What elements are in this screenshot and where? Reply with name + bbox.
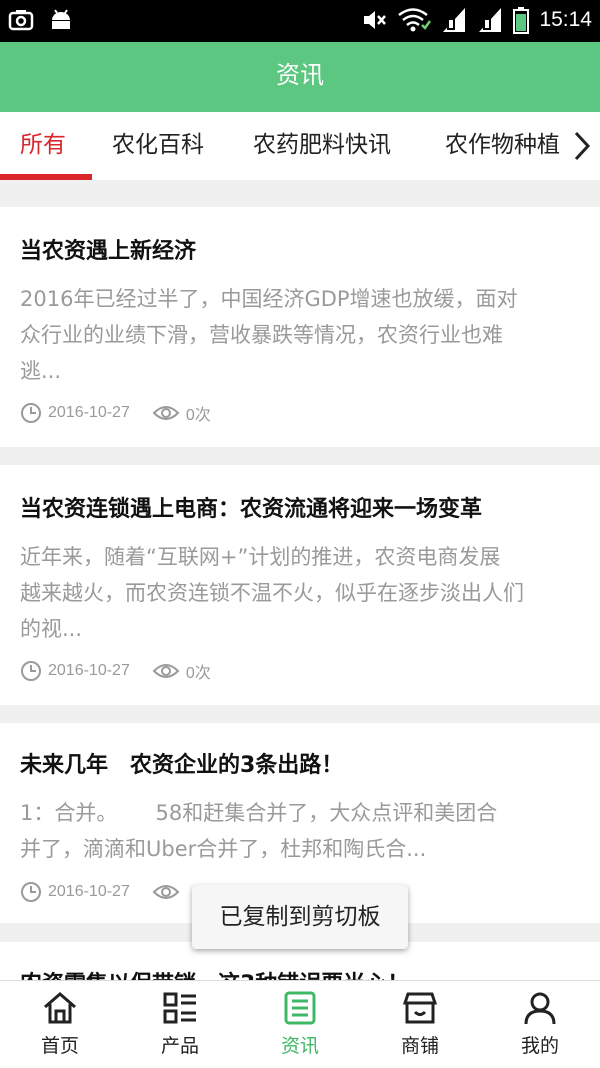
tab-all[interactable]: 所有 <box>20 112 66 180</box>
article-summary: 近年来，随着“互联网+”计划的推进，农资电商发展 越来越火，而农资连锁不温不火，… <box>20 545 524 641</box>
article-date: 2016-10-27 <box>48 662 130 679</box>
article-summary: 1：合并。 58和赶集合并了，大众点评和美团合 并了，滴滴和Uber合并了，杜邦… <box>20 801 498 861</box>
android-icon <box>52 9 70 29</box>
article-date: 2016-10-27 <box>48 404 130 421</box>
copied-toast: 已复制到剪切板 <box>192 885 408 949</box>
clock-icon <box>21 882 41 902</box>
clock-icon <box>21 661 41 681</box>
grid-list-icon <box>163 992 196 1024</box>
status-bar: 15:14 <box>0 0 600 42</box>
article-summary: 2016年已经过半了，中国经济GDP增速也放缓，面对 众行业的业绩下滑，营收暴跌… <box>20 287 518 383</box>
category-tabs: 所有 农化百科 农药肥料快讯 农作物种植 <box>0 112 600 180</box>
active-tab-indicator <box>0 174 92 180</box>
article-date: 2016-10-27 <box>48 883 130 900</box>
news-icon <box>284 991 316 1025</box>
sim-signal-icon-2 <box>479 8 502 32</box>
nav-home[interactable]: 首页 <box>0 981 120 1068</box>
mute-icon <box>364 11 387 29</box>
article-item[interactable]: 当农资遇上新经济 2016年已经过半了，中国经济GDP增速也放缓，面对 众行业的… <box>0 207 600 447</box>
article-item[interactable]: 当农资连锁遇上电商：农资流通将迎来一场变革 近年来，随着“互联网+”计划的推进，… <box>0 465 600 705</box>
nav-news[interactable]: 资讯 <box>240 981 360 1068</box>
screenshot-icon <box>8 10 34 31</box>
eye-icon <box>152 885 180 899</box>
eye-icon <box>152 406 180 420</box>
bottom-nav: 首页 产品 资讯 商铺 我的 <box>0 980 600 1068</box>
tab-agrochemical-encyclopedia[interactable]: 农化百科 <box>112 112 204 180</box>
battery-icon <box>513 7 530 34</box>
eye-icon <box>152 664 180 678</box>
article-meta: 2016-10-27 0次 <box>20 659 211 683</box>
article-views: 0次 <box>185 407 211 424</box>
nav-profile[interactable]: 我的 <box>480 981 600 1068</box>
shop-icon <box>402 992 438 1024</box>
article-views: 0次 <box>185 665 211 682</box>
sim-signal-icon <box>443 8 466 32</box>
tab-scroll-right-button[interactable] <box>564 112 600 180</box>
article-title: 当农资连锁遇上电商：农资流通将迎来一场变革 <box>20 497 483 522</box>
nav-products[interactable]: 产品 <box>120 981 240 1068</box>
tab-pesticide-fertilizer-news[interactable]: 农药肥料快讯 <box>253 112 391 180</box>
chevron-right-icon <box>574 131 591 161</box>
wifi-icon <box>398 8 432 32</box>
nav-shop[interactable]: 商铺 <box>360 981 480 1068</box>
home-icon <box>44 992 76 1024</box>
article-title: 当农资遇上新经济 <box>20 239 197 264</box>
article-meta: 2016-10-27 <box>20 881 186 903</box>
page-title: 资讯 <box>0 42 600 112</box>
user-icon <box>524 992 556 1025</box>
tab-crop-planting[interactable]: 农作物种植 <box>445 112 560 180</box>
clock-icon <box>21 403 41 423</box>
article-title: 未来几年 农资企业的3条出路！ <box>20 753 344 778</box>
article-meta: 2016-10-27 0次 <box>20 401 211 425</box>
clock: 15:14 <box>539 8 592 31</box>
